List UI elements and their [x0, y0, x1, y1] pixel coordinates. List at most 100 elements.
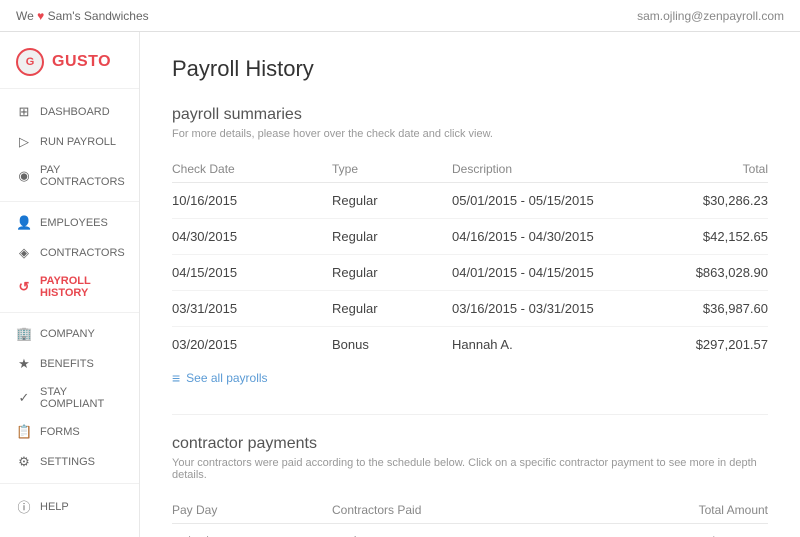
cell-type: Bonus [332, 327, 452, 363]
cell-total-amount: $7,850.00 [658, 524, 768, 537]
sidebar-item-label: PAY CONTRACTORS [40, 164, 125, 188]
cell-pay-day: 03/20/2015 [172, 524, 332, 537]
sidebar-item-benefits[interactable]: ★ BENEFITS [0, 349, 139, 379]
sidebar-item-label: EMPLOYEES [40, 217, 108, 229]
payroll-summaries-table: Check Date Type Description Total 10/16/… [172, 156, 768, 362]
help-icon: ⓘ [16, 497, 32, 516]
table-header-row: Check Date Type Description Total [172, 156, 768, 183]
sidebar-logo: G GUSTO [0, 32, 139, 89]
payroll-history-icon: ↺ [16, 279, 32, 295]
cell-type: Regular [332, 183, 452, 219]
logo-text: GUSTO [52, 53, 111, 71]
company-tagline: We ♥ Sam's Sandwiches [16, 9, 149, 23]
contractor-table-header-row: Pay Day Contractors Paid Total Amount [172, 497, 768, 524]
cell-type: Regular [332, 219, 452, 255]
sidebar-item-label: PAYROLL HISTORY [40, 275, 123, 299]
cell-check-date: 10/16/2015 [172, 183, 332, 219]
run-payroll-icon: ▷ [16, 134, 32, 150]
contractors-icon: ◈ [16, 245, 32, 261]
sidebar-item-stay-compliant[interactable]: ✓ STAY COMPLIANT [0, 379, 139, 417]
heart-icon: ♥ [37, 9, 44, 23]
cell-contractors-paid: Louis Armstrong [332, 524, 658, 537]
pay-contractors-icon: ◉ [16, 168, 32, 184]
contractor-payments-section: contractor payments Your contractors wer… [172, 435, 768, 537]
payroll-summaries-title: payroll summaries [172, 106, 768, 124]
sidebar-item-label: FORMS [40, 426, 80, 438]
table-row[interactable]: 03/31/2015 Regular 03/16/2015 - 03/31/20… [172, 291, 768, 327]
sidebar-item-label: HELP [40, 501, 69, 513]
col-type: Type [332, 156, 452, 183]
cell-check-date: 04/15/2015 [172, 255, 332, 291]
page-title: Payroll History [172, 56, 768, 82]
cell-check-date: 03/31/2015 [172, 291, 332, 327]
cell-description: 04/01/2015 - 04/15/2015 [452, 255, 658, 291]
cell-total: $297,201.57 [658, 327, 768, 363]
section-separator [172, 414, 768, 415]
payroll-summaries-subtitle: For more details, please hover over the … [172, 128, 768, 140]
col-total-amount: Total Amount [658, 497, 768, 524]
see-all-payrolls-link[interactable]: ≡ See all payrolls [172, 370, 768, 386]
stay-compliant-icon: ✓ [16, 390, 32, 406]
benefits-icon: ★ [16, 356, 32, 372]
cell-description: 05/01/2015 - 05/15/2015 [452, 183, 658, 219]
settings-icon: ⚙ [16, 454, 32, 470]
sidebar-item-label: BENEFITS [40, 358, 94, 370]
company-icon: 🏢 [16, 326, 32, 342]
logo-circle: G [16, 48, 44, 76]
table-row[interactable]: 03/20/2015 Bonus Hannah A. $297,201.57 [172, 327, 768, 363]
cell-description: Hannah A. [452, 327, 658, 363]
col-pay-day: Pay Day [172, 497, 332, 524]
sidebar-item-label: COMPANY [40, 328, 95, 340]
forms-icon: 📋 [16, 424, 32, 440]
sidebar-item-label: STAY COMPLIANT [40, 386, 123, 410]
contractor-payments-title: contractor payments [172, 435, 768, 453]
cell-check-date: 04/30/2015 [172, 219, 332, 255]
sidebar-item-settings[interactable]: ⚙ SETTINGS [0, 447, 139, 477]
table-row[interactable]: 03/20/2015 Louis Armstrong $7,850.00 [172, 524, 768, 537]
sidebar-item-label: SETTINGS [40, 456, 95, 468]
col-check-date: Check Date [172, 156, 332, 183]
cell-check-date: 03/20/2015 [172, 327, 332, 363]
sidebar-item-contractors[interactable]: ◈ CONTRACTORS [0, 238, 139, 268]
top-bar: We ♥ Sam's Sandwiches sam.ojling@zenpayr… [0, 0, 800, 32]
sidebar-item-forms[interactable]: 📋 FORMS [0, 417, 139, 447]
dashboard-icon: ⊞ [16, 104, 32, 120]
sidebar-divider-2 [0, 312, 139, 313]
table-row[interactable]: 10/16/2015 Regular 05/01/2015 - 05/15/20… [172, 183, 768, 219]
sidebar-item-pay-contractors[interactable]: ◉ PAY CONTRACTORS [0, 157, 139, 195]
cell-total: $30,286.23 [658, 183, 768, 219]
contractor-payments-subtitle: Your contractors were paid according to … [172, 457, 768, 481]
user-email: sam.ojling@zenpayroll.com [637, 9, 784, 23]
cell-total: $42,152.65 [658, 219, 768, 255]
sidebar-divider-3 [0, 483, 139, 484]
see-all-icon: ≡ [172, 370, 180, 386]
sidebar-divider-1 [0, 201, 139, 202]
table-row[interactable]: 04/15/2015 Regular 04/01/2015 - 04/15/20… [172, 255, 768, 291]
payroll-summaries-section: payroll summaries For more details, plea… [172, 106, 768, 386]
cell-type: Regular [332, 255, 452, 291]
cell-total: $36,987.60 [658, 291, 768, 327]
col-contractors-paid: Contractors Paid [332, 497, 658, 524]
employees-icon: 👤 [16, 215, 32, 231]
sidebar-item-label: DASHBOARD [40, 106, 110, 118]
cell-description: 04/16/2015 - 04/30/2015 [452, 219, 658, 255]
cell-description: 03/16/2015 - 03/31/2015 [452, 291, 658, 327]
see-all-label: See all payrolls [186, 371, 267, 385]
col-description: Description [452, 156, 658, 183]
sidebar-item-help[interactable]: ⓘ HELP [0, 490, 139, 523]
table-row[interactable]: 04/30/2015 Regular 04/16/2015 - 04/30/20… [172, 219, 768, 255]
cell-type: Regular [332, 291, 452, 327]
sidebar-item-run-payroll[interactable]: ▷ RUN PAYROLL [0, 127, 139, 157]
main-content: Payroll History payroll summaries For mo… [140, 32, 800, 537]
sidebar-item-label: CONTRACTORS [40, 247, 125, 259]
cell-total: $863,028.90 [658, 255, 768, 291]
col-total: Total [658, 156, 768, 183]
sidebar-item-employees[interactable]: 👤 EMPLOYEES [0, 208, 139, 238]
contractor-payments-table: Pay Day Contractors Paid Total Amount 03… [172, 497, 768, 537]
sidebar: G GUSTO ⊞ DASHBOARD ▷ RUN PAYROLL ◉ PAY … [0, 32, 140, 537]
layout: G GUSTO ⊞ DASHBOARD ▷ RUN PAYROLL ◉ PAY … [0, 32, 800, 537]
sidebar-item-dashboard[interactable]: ⊞ DASHBOARD [0, 97, 139, 127]
sidebar-item-payroll-history[interactable]: ↺ PAYROLL HISTORY [0, 268, 139, 306]
sidebar-item-company[interactable]: 🏢 COMPANY [0, 319, 139, 349]
sidebar-item-label: RUN PAYROLL [40, 136, 116, 148]
